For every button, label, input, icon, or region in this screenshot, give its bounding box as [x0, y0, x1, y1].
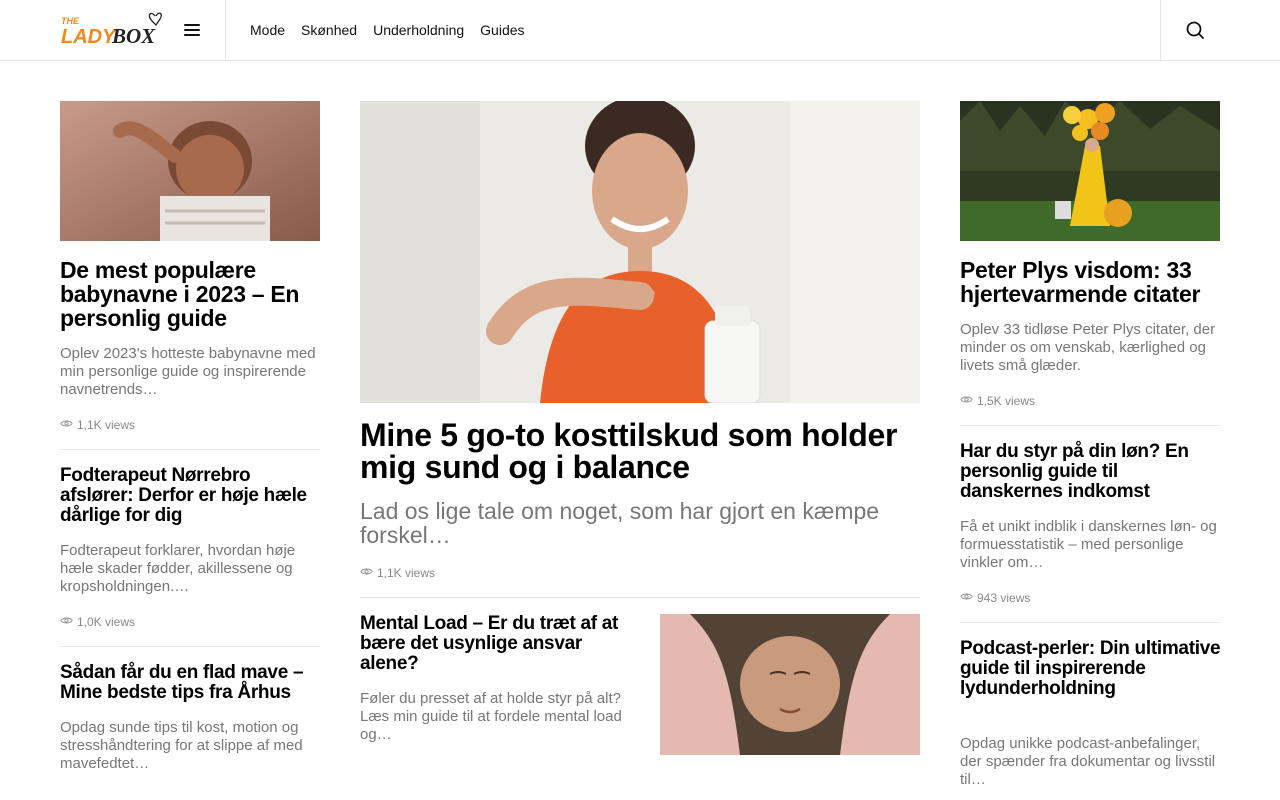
article-image-mental-load[interactable]	[660, 614, 920, 755]
eye-icon	[60, 614, 73, 630]
article-excerpt: Fodterapeut forklarer, hvordan høje hæle…	[60, 542, 296, 595]
view-count: 1,1K views	[360, 565, 435, 581]
divider	[60, 449, 320, 450]
nav-item-mode[interactable]: Mode	[250, 22, 285, 38]
svg-text:LADY: LADY	[61, 26, 117, 48]
nav-item-underholdning[interactable]: Underholdning	[373, 22, 464, 38]
main-nav: Mode Skønhed Underholdning Guides	[250, 0, 525, 60]
view-count: 1,0K views	[60, 614, 135, 630]
header-divider	[1160, 0, 1161, 60]
article-title[interactable]: Podcast-perler: Din ultimative guide til…	[960, 639, 1222, 699]
view-count-label: 1,1K views	[77, 418, 136, 432]
article-excerpt: Føler du presset af at holde styr på alt…	[360, 690, 622, 743]
eye-icon	[60, 417, 73, 433]
article-excerpt: Opdag sunde tips til kost, motion og str…	[60, 719, 303, 772]
site-header: THE LADY BOX Mode Skønhed Underholdning …	[0, 0, 1280, 61]
divider	[960, 425, 1220, 426]
divider	[360, 597, 920, 598]
article-title[interactable]: Mental Load – Er du træt af at bære det …	[360, 614, 625, 674]
eye-icon	[360, 565, 373, 581]
eye-icon	[960, 393, 973, 409]
header-divider	[225, 0, 226, 60]
article-image-peter-plys[interactable]	[960, 101, 1220, 241]
featured-article-title[interactable]: Mine 5 go-to kosttilskud som holder mig …	[360, 419, 920, 483]
article-excerpt: Opdag unikke podcast-anbefalinger, der s…	[960, 735, 1216, 788]
view-count-label: 943 views	[977, 591, 1031, 605]
article-title[interactable]: Fodterapeut Nørrebro afslører: Derfor er…	[60, 466, 322, 526]
view-count-label: 1,1K views	[377, 566, 436, 580]
svg-text:THE: THE	[61, 16, 80, 26]
svg-text:BOX: BOX	[111, 24, 156, 48]
view-count: 1,1K views	[60, 417, 135, 433]
divider	[60, 646, 320, 647]
view-count: 943 views	[960, 590, 1030, 606]
search-icon[interactable]	[1184, 19, 1206, 41]
nav-item-skonhed[interactable]: Skønhed	[301, 22, 357, 38]
view-count: 1,5K views	[960, 393, 1035, 409]
nav-item-guides[interactable]: Guides	[480, 22, 524, 38]
hamburger-menu-icon[interactable]	[180, 18, 204, 42]
article-excerpt: Oplev 33 tidløse Peter Plys citater, der…	[960, 321, 1216, 374]
featured-article-excerpt: Lad os lige tale om noget, som har gjort…	[360, 498, 880, 548]
article-title[interactable]: Peter Plys visdom: 33 hjertevarmende cit…	[960, 258, 1222, 306]
view-count-label: 1,5K views	[977, 394, 1036, 408]
article-title[interactable]: Sådan får du en flad mave – Mine bedste …	[60, 663, 322, 703]
site-logo[interactable]: THE LADY BOX	[60, 10, 166, 50]
view-count-label: 1,0K views	[77, 615, 136, 629]
eye-icon	[960, 590, 973, 606]
article-image-babynames[interactable]	[60, 101, 320, 241]
article-excerpt: Oplev 2023's hotteste babynavne med min …	[60, 345, 316, 398]
divider	[960, 622, 1220, 623]
article-title[interactable]: Har du styr på din løn? En personlig gui…	[960, 442, 1222, 502]
article-title[interactable]: De mest populære babynavne i 2023 – En p…	[60, 258, 322, 330]
featured-article-image[interactable]	[360, 101, 920, 403]
article-excerpt: Få et unikt indblik i danskernes løn- og…	[960, 518, 1217, 571]
